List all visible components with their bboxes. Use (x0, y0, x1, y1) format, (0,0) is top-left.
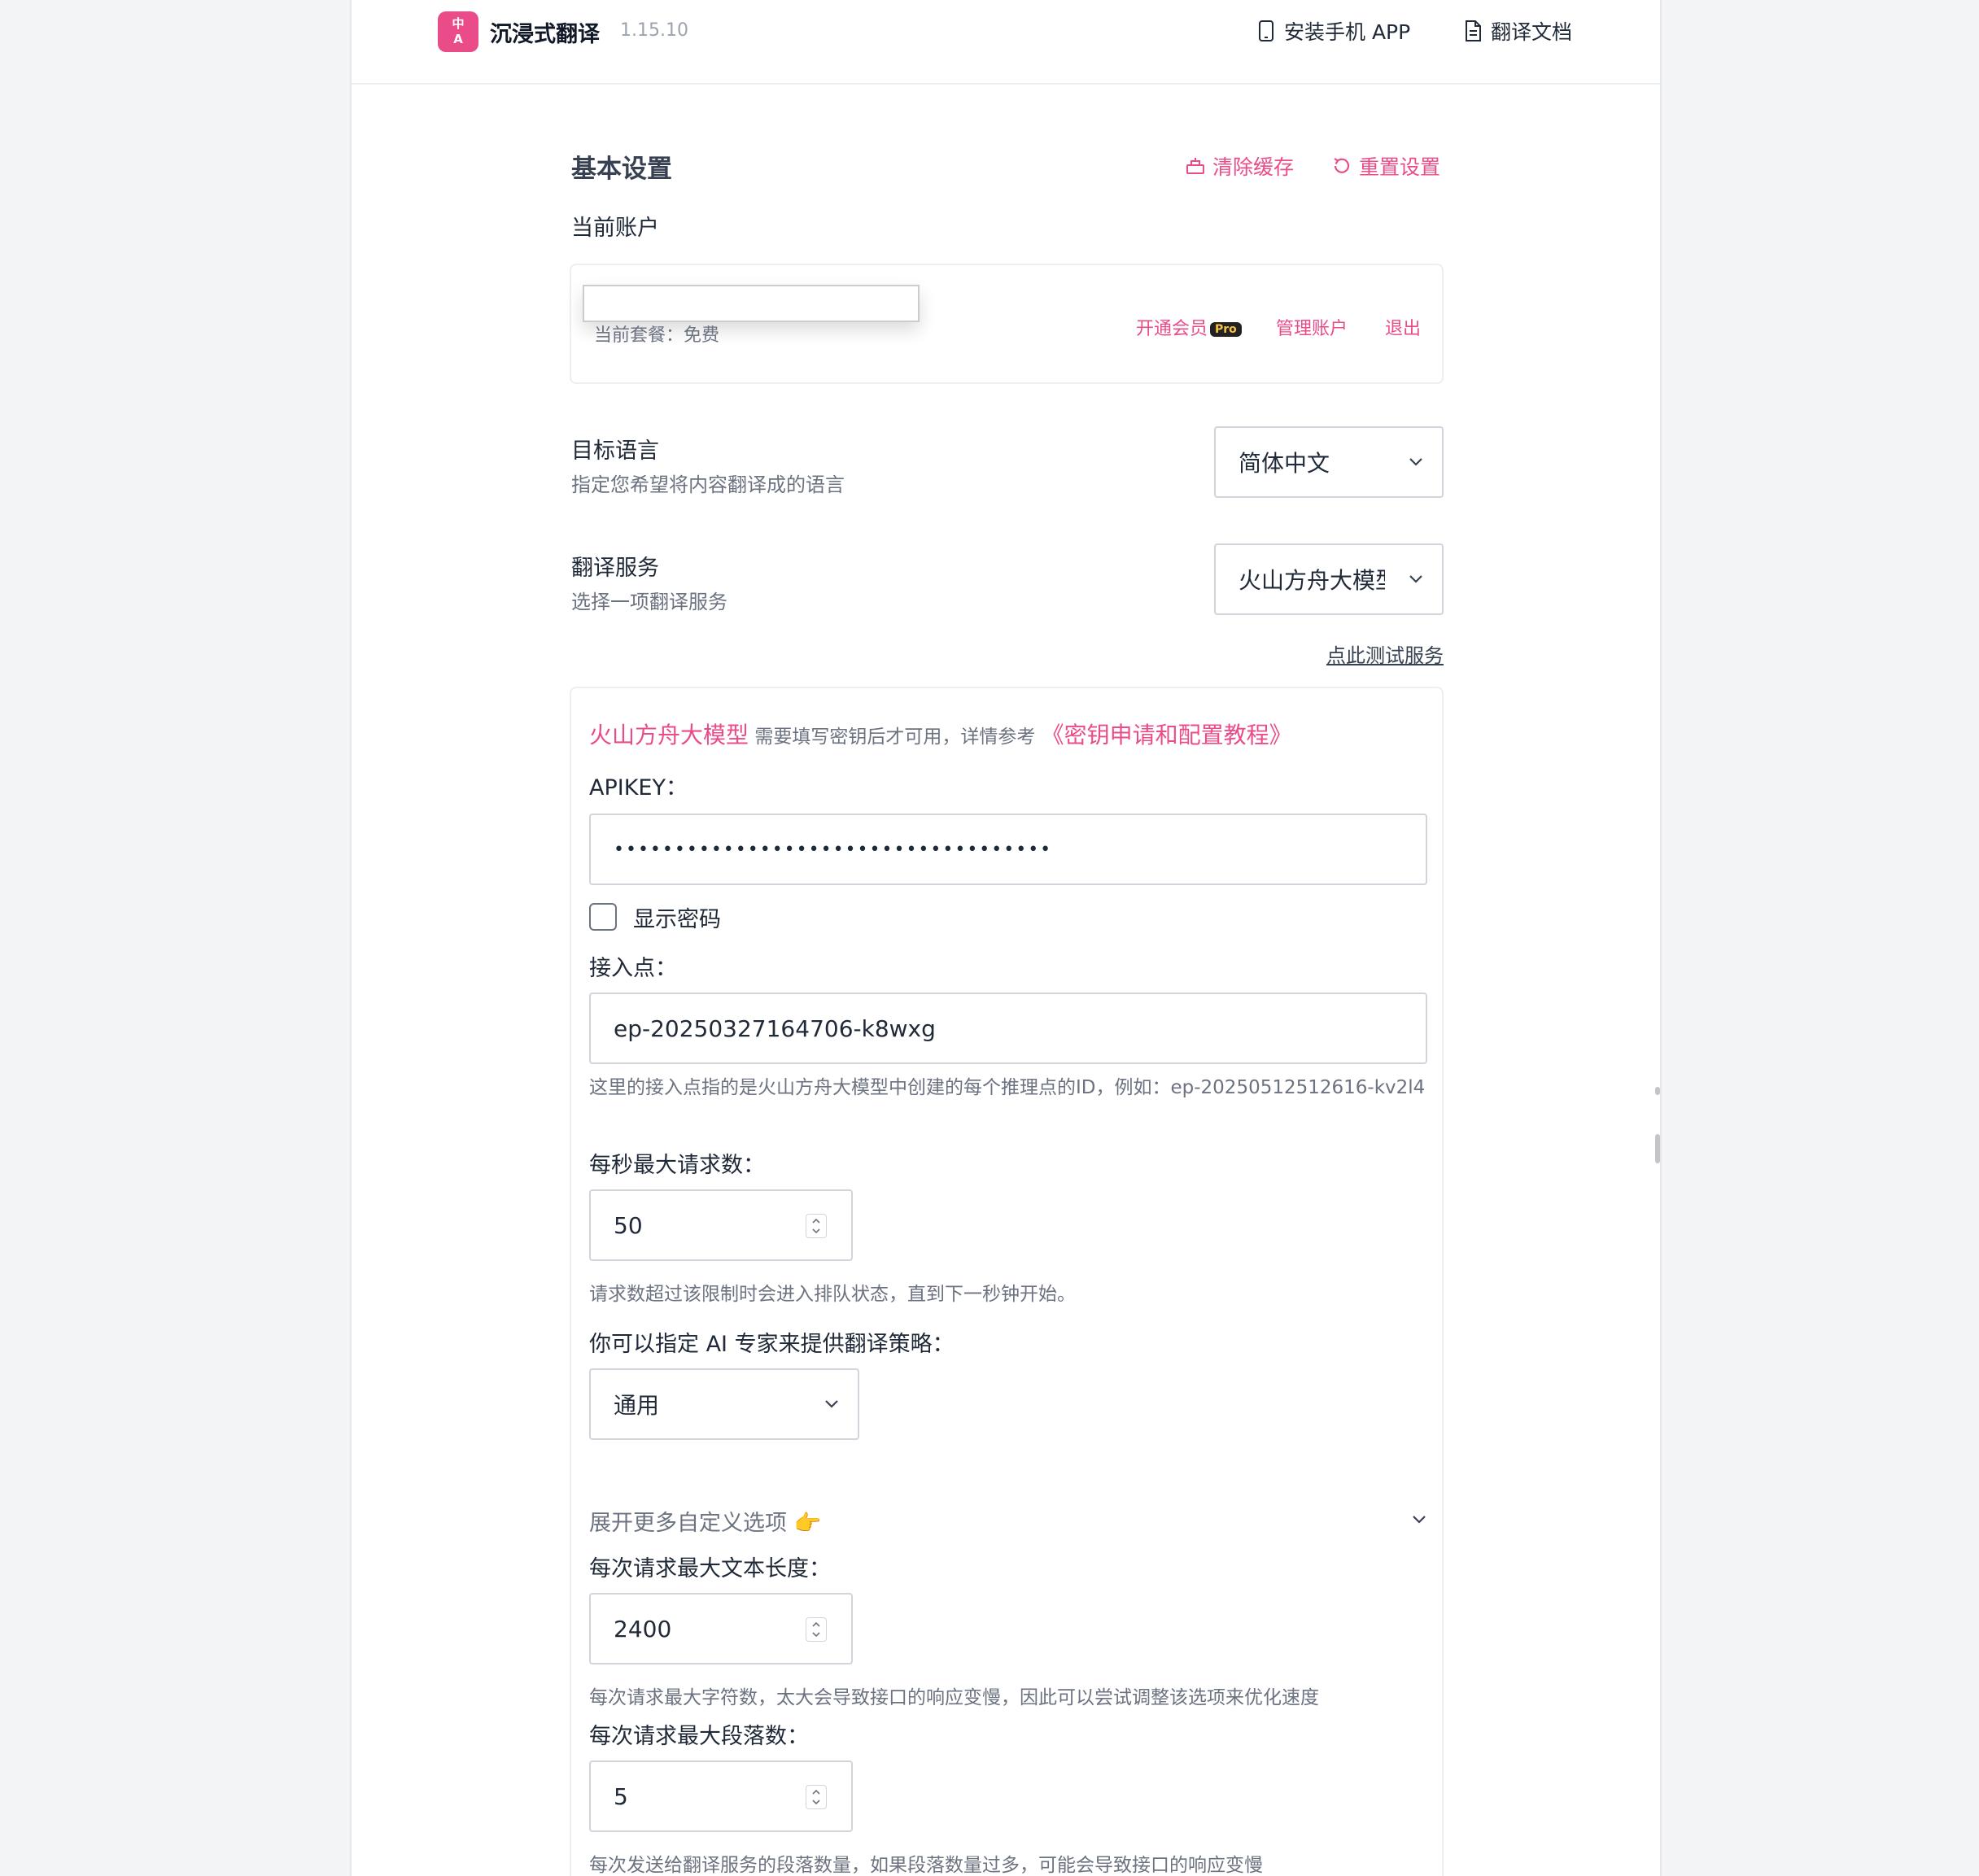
show-password-label: 显示密码 (633, 907, 721, 932)
reset-settings-button[interactable]: 重置设置 (1331, 151, 1440, 181)
max-para-label: 每次请求最大段落数： (589, 1724, 809, 1749)
translation-service-select[interactable]: 火山方舟大模型 (1214, 543, 1444, 615)
expand-label: 展开更多自定义选项 👉 (589, 1511, 822, 1536)
target-language-description: 指定您希望将内容翻译成的语言 (571, 473, 845, 496)
install-app-label: 安装手机 APP (1284, 20, 1411, 44)
clear-icon (1186, 158, 1204, 174)
max-text-help: 每次请求最大字符数，太大会导致接口的响应变慢，因此可以尝试调整该选项来优化速度 (589, 1687, 1319, 1708)
endpoint-label: 接入点： (589, 956, 677, 981)
chevron-down-icon (812, 1228, 820, 1234)
section-title: 基本设置 (571, 155, 672, 184)
max-para-input[interactable]: 5 (589, 1760, 853, 1832)
max-text-stepper[interactable] (806, 1617, 827, 1642)
rps-value: 50 (614, 1211, 643, 1239)
translation-service-label: 翻译服务 (571, 556, 659, 581)
account-plan: 当前套餐：免费 (594, 325, 720, 346)
chevron-down-icon (1409, 458, 1422, 466)
upgrade-link[interactable]: 开通会员 Pro (1136, 314, 1242, 340)
chevron-down-icon (812, 1800, 820, 1805)
max-para-value: 5 (614, 1782, 628, 1810)
target-language-label: 目标语言 (571, 438, 659, 464)
scrollbar-thumb[interactable] (1655, 1134, 1660, 1163)
scroll-indicator (1655, 1087, 1660, 1095)
chevron-down-icon (1409, 575, 1422, 583)
endpoint-value: ep-20250327164706-k8wxg (614, 1014, 936, 1042)
max-text-value: 2400 (614, 1615, 672, 1643)
service-name: 火山方舟大模型 (589, 722, 749, 748)
translation-service-description: 选择一项翻译服务 (571, 591, 727, 613)
chevron-down-icon (1413, 1516, 1426, 1524)
logo-char-2: A (453, 32, 463, 46)
app-logo: 中 A (438, 11, 478, 52)
endpoint-help: 这里的接入点指的是火山方舟大模型中创建的每个推理点的ID，例如：ep-20250… (589, 1077, 1426, 1098)
expand-more-options[interactable]: 展开更多自定义选项 👉 (589, 1505, 1427, 1537)
rps-input[interactable]: 50 (589, 1189, 853, 1261)
expert-value: 通用 (614, 1392, 660, 1419)
apikey-label: APIKEY： (589, 775, 688, 801)
account-card: 当前套餐：免费 开通会员 Pro 管理账户 退出 (570, 264, 1444, 384)
clear-cache-button[interactable]: 清除缓存 (1185, 151, 1294, 181)
rps-help: 请求数超过该限制时会进入排队状态，直到下一秒钟开始。 (589, 1284, 1076, 1305)
manage-account-link[interactable]: 管理账户 (1276, 314, 1348, 340)
settings-page: 中 A 沉浸式翻译 1.15.10 安装手机 APP 翻译文档 基本设置 清除缓… (350, 0, 1662, 1876)
chevron-up-icon (812, 1621, 820, 1627)
service-tip: 需要填写密钥后才可用，详情参考 (749, 726, 1042, 748)
chevron-down-icon (825, 1400, 838, 1408)
docs-label: 翻译文档 (1491, 20, 1573, 44)
clear-cache-label: 清除缓存 (1212, 155, 1295, 179)
install-app-link[interactable]: 安装手机 APP (1256, 16, 1410, 46)
rps-label: 每秒最大请求数： (589, 1153, 765, 1178)
max-text-label: 每次请求最大文本长度： (589, 1556, 831, 1582)
endpoint-input[interactable]: ep-20250327164706-k8wxg (589, 993, 1427, 1064)
service-title: 火山方舟大模型 需要填写密钥后才可用，详情参考 《密钥申请和配置教程》 (589, 718, 1292, 750)
tutorial-link[interactable]: 《密钥申请和配置教程》 (1042, 722, 1292, 748)
app-name: 沉浸式翻译 (490, 22, 600, 47)
document-icon (1466, 20, 1481, 41)
expert-select[interactable]: 通用 (589, 1368, 859, 1440)
reset-icon (1334, 158, 1350, 173)
max-text-input[interactable]: 2400 (589, 1593, 853, 1664)
target-language-select[interactable]: 简体中文 (1214, 426, 1444, 498)
translation-service-value: 火山方舟大模型 (1239, 567, 1385, 594)
account-name (583, 285, 920, 322)
show-password-checkbox[interactable] (589, 903, 617, 931)
max-para-help: 每次发送给翻译服务的段落数量，如果段落数量过多，可能会导致接口的响应变慢 (589, 1855, 1263, 1876)
expert-label: 你可以指定 AI 专家来提供翻译策略： (589, 1332, 955, 1357)
chevron-down-icon (812, 1632, 820, 1638)
top-bar: 中 A 沉浸式翻译 1.15.10 安装手机 APP 翻译文档 (352, 0, 1660, 85)
chevron-up-icon (812, 1789, 820, 1795)
rps-stepper[interactable] (806, 1214, 827, 1238)
docs-link[interactable]: 翻译文档 (1463, 16, 1572, 46)
target-language-value: 简体中文 (1239, 450, 1330, 477)
account-label: 当前账户 (571, 216, 659, 241)
phone-icon (1259, 20, 1273, 41)
chevron-up-icon (812, 1218, 820, 1224)
apikey-value: •••••••••••••••••••••••••••••••••••• (614, 839, 1053, 860)
upgrade-label: 开通会员 (1136, 319, 1208, 339)
apikey-input[interactable]: •••••••••••••••••••••••••••••••••••• (589, 814, 1427, 885)
pro-badge: Pro (1210, 322, 1242, 337)
service-config-card: 火山方舟大模型 需要填写密钥后才可用，详情参考 《密钥申请和配置教程》 APIK… (570, 687, 1444, 1876)
app-version: 1.15.10 (620, 20, 688, 41)
reset-settings-label: 重置设置 (1359, 155, 1441, 179)
test-service-link[interactable]: 点此测试服务 (1326, 639, 1444, 668)
max-para-stepper[interactable] (806, 1785, 827, 1809)
logo-char-1: 中 (452, 16, 465, 31)
logout-link[interactable]: 退出 (1385, 314, 1421, 340)
